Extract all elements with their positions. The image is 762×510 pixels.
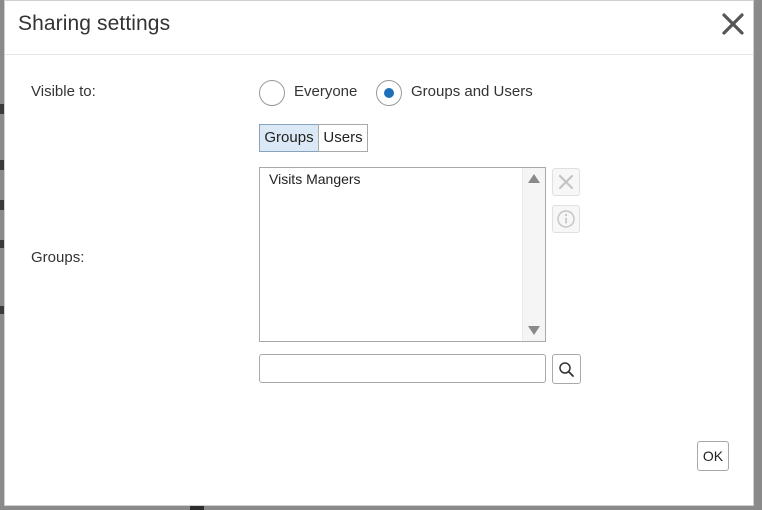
listbox-scrollbar[interactable] <box>522 168 545 341</box>
radio-circle <box>259 80 285 106</box>
close-icon <box>558 174 574 190</box>
radio-groups-and-users[interactable]: Groups and Users <box>376 80 536 106</box>
list-item[interactable]: Visits Mangers <box>269 171 361 187</box>
visible-to-label: Visible to: <box>31 83 96 100</box>
remove-group-button[interactable] <box>552 168 580 196</box>
radio-label: Everyone <box>294 83 358 100</box>
scroll-up-arrow-icon[interactable] <box>528 174 540 183</box>
group-search-input[interactable] <box>259 354 546 383</box>
search-icon <box>559 362 574 377</box>
search-button[interactable] <box>552 354 581 384</box>
close-icon <box>722 13 744 35</box>
sharing-settings-dialog: Sharing settings Visible to: Everyone Gr… <box>4 0 754 506</box>
dialog-title: Sharing settings <box>18 12 171 35</box>
group-info-button[interactable] <box>552 205 580 233</box>
tab-users[interactable]: Users <box>318 124 368 152</box>
radio-circle <box>376 80 402 106</box>
info-icon <box>557 210 575 228</box>
radio-selected-dot <box>384 88 394 98</box>
dialog-header: Sharing settings <box>5 1 753 55</box>
scroll-down-arrow-icon[interactable] <box>528 326 540 335</box>
close-button[interactable] <box>719 10 747 38</box>
ok-button[interactable]: OK <box>697 441 729 471</box>
radio-label: Groups and Users <box>411 83 533 100</box>
groups-label: Groups: <box>31 249 85 266</box>
tab-groups[interactable]: Groups <box>259 124 319 152</box>
groups-listbox[interactable]: Visits Mangers <box>259 167 546 342</box>
radio-everyone[interactable]: Everyone <box>259 80 364 106</box>
